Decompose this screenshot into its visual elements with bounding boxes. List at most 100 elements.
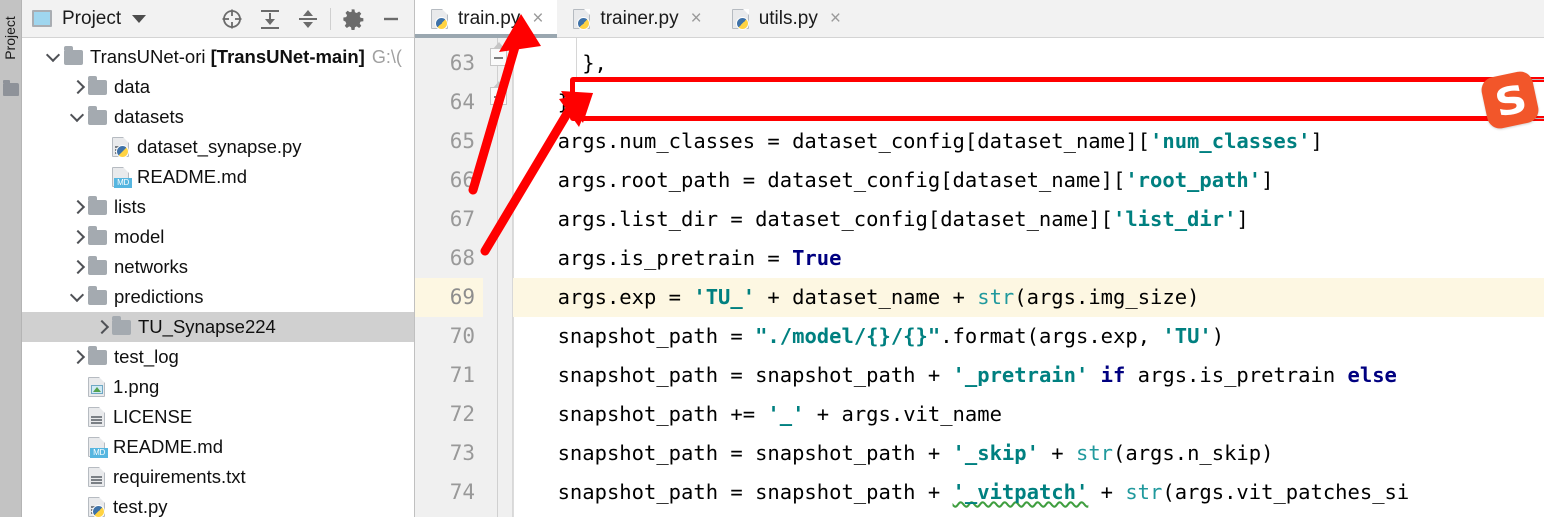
hide-panel-icon[interactable] [372,0,410,38]
token-plain: .format(args.exp, [940,324,1163,348]
line-number[interactable]: 72 [415,395,475,434]
tree-row[interactable]: data [22,72,414,102]
line-number[interactable]: 67 [415,200,475,239]
chevron-right-icon[interactable] [68,227,88,247]
settings-gear-icon[interactable] [334,0,372,38]
folder-icon [88,75,107,95]
code-line[interactable]: }, [582,44,607,83]
python-file-icon [431,8,448,30]
token-plain: args.list_dir = dataset_config[dataset_n… [557,207,1113,231]
fold-marker-64[interactable] [490,81,507,105]
code-line[interactable]: snapshot_path = snapshot_path + '_skip' … [558,434,1274,473]
code-line[interactable]: args.is_pretrain = True [558,239,842,278]
python-file-icon [112,137,129,158]
tree-row[interactable]: predictions [22,282,414,312]
token-string: 'TU_' [693,285,756,309]
line-number[interactable]: 69 [415,278,475,317]
editor-area: train.py × trainer.py × utils.py × 63 64 65 66 67… [415,0,1544,517]
line-number[interactable]: 71 [415,356,475,395]
token-plain: ] [1261,168,1274,192]
project-tree: TransUNet-ori [TransUNet-main] G:\(data da… [22,38,414,517]
tree-row[interactable]: dataset_synapse.py [22,132,414,162]
tree-row[interactable]: model [22,222,414,252]
code-line[interactable]: args.root_path = dataset_config[dataset_… [558,161,1274,200]
code-line[interactable]: args.list_dir = dataset_config[dataset_n… [558,200,1249,239]
token-plain: (args.img_size) [1014,285,1200,309]
sidebar-vertical-tab-project[interactable]: Project [2,10,22,66]
chevron-down-icon[interactable] [68,107,88,127]
close-icon[interactable]: × [691,9,702,28]
locate-icon[interactable] [213,0,251,38]
text-file-icon [88,467,105,487]
folder-icon [88,345,107,365]
ide-window: Project Project TransUNet-ori [TransUNet… [0,0,1544,517]
line-number[interactable]: 70 [415,317,475,356]
chevron-right-icon[interactable] [68,77,88,97]
folder-icon[interactable] [3,80,19,96]
folder-icon [88,285,107,305]
line-number[interactable]: 63 [415,44,475,83]
line-number[interactable]: 65 [415,122,475,161]
toolbar-divider [330,7,331,30]
code-text[interactable]: },} args.num_classes = dataset_config[dat… [513,38,1544,517]
tree-row[interactable]: MD README.md [22,162,414,192]
tab-trainer-py[interactable]: trainer.py × [557,0,715,37]
chevron-right-icon[interactable] [92,317,112,337]
token-plain: snapshot_path = snapshot_path + [557,441,953,465]
chevron-down-icon[interactable] [44,47,64,67]
tab-train-py[interactable]: train.py × [415,0,558,38]
tree-row-label: predictions [114,286,204,307]
python-file-icon [731,8,749,30]
folder-icon [64,45,83,65]
tree-row[interactable]: datasets [22,102,414,132]
chevron-down-icon[interactable] [68,287,88,307]
tree-row[interactable]: requirements.txt [22,462,414,492]
tree-row[interactable]: TU_Synapse224 [22,312,414,342]
tree-row[interactable]: lists [22,192,414,222]
tree-row[interactable]: TransUNet-ori [TransUNet-main] G:\( [22,42,414,72]
chevron-right-icon[interactable] [68,257,88,277]
fold-marker-63[interactable] [490,42,507,66]
tree-row[interactable]: LICENSE [22,402,414,432]
line-number[interactable]: 74 [415,473,475,512]
token-string: '_skip' [952,441,1039,465]
expand-all-icon[interactable] [251,0,289,38]
line-number[interactable]: 68 [415,239,475,278]
editor-tab-bar: train.py × trainer.py × utils.py × [415,0,1544,38]
code-line[interactable]: args.num_classes = dataset_config[datase… [558,122,1323,161]
tree-row[interactable]: MD README.md [22,432,414,462]
tree-row[interactable]: 1.png [22,372,414,402]
collapse-all-icon[interactable] [289,0,327,38]
close-icon[interactable]: × [830,9,841,28]
line-number-gutter: 63 64 65 66 67 68 69 70 71 72 73 74 [415,38,483,517]
code-line[interactable]: snapshot_path = snapshot_path + '_vitpat… [558,473,1410,512]
markdown-file-icon: MD [112,167,132,188]
tree-row[interactable]: test_log [22,342,414,372]
tree-row-label: 1.png [113,376,160,397]
line-number[interactable]: 64 [415,83,475,122]
token-plain: + dataset_name + [755,285,978,309]
code-area[interactable]: 63 64 65 66 67 68 69 70 71 72 73 74 },} args.num_cla… [415,38,1544,517]
code-line[interactable]: args.exp = 'TU_' + dataset_name + str(ar… [558,278,1200,317]
token-plain: snapshot_path = snapshot_path + [557,363,953,387]
close-icon[interactable]: × [532,9,543,28]
line-number[interactable]: 66 [415,161,475,200]
code-line[interactable]: snapshot_path += '_' + args.vit_name [558,395,1002,434]
chevron-down-icon[interactable] [132,14,147,23]
code-line[interactable]: snapshot_path = snapshot_path + '_pretra… [558,356,1397,395]
token-plain: + [1038,441,1076,465]
chevron-right-icon[interactable] [68,347,88,367]
tab-utils-py[interactable]: utils.py × [716,0,855,37]
fold-guide-line [497,38,498,517]
code-line[interactable]: } [558,83,570,122]
line-number[interactable]: 73 [415,434,475,473]
token-string: '_pretrain' [952,363,1089,387]
chevron-right-icon[interactable] [68,197,88,217]
tree-row[interactable]: test.py [22,492,414,517]
code-line[interactable]: snapshot_path = "./model/{}/{}".format(a… [558,317,1225,356]
project-view-icon [32,10,52,27]
tree-row[interactable]: networks [22,252,414,282]
